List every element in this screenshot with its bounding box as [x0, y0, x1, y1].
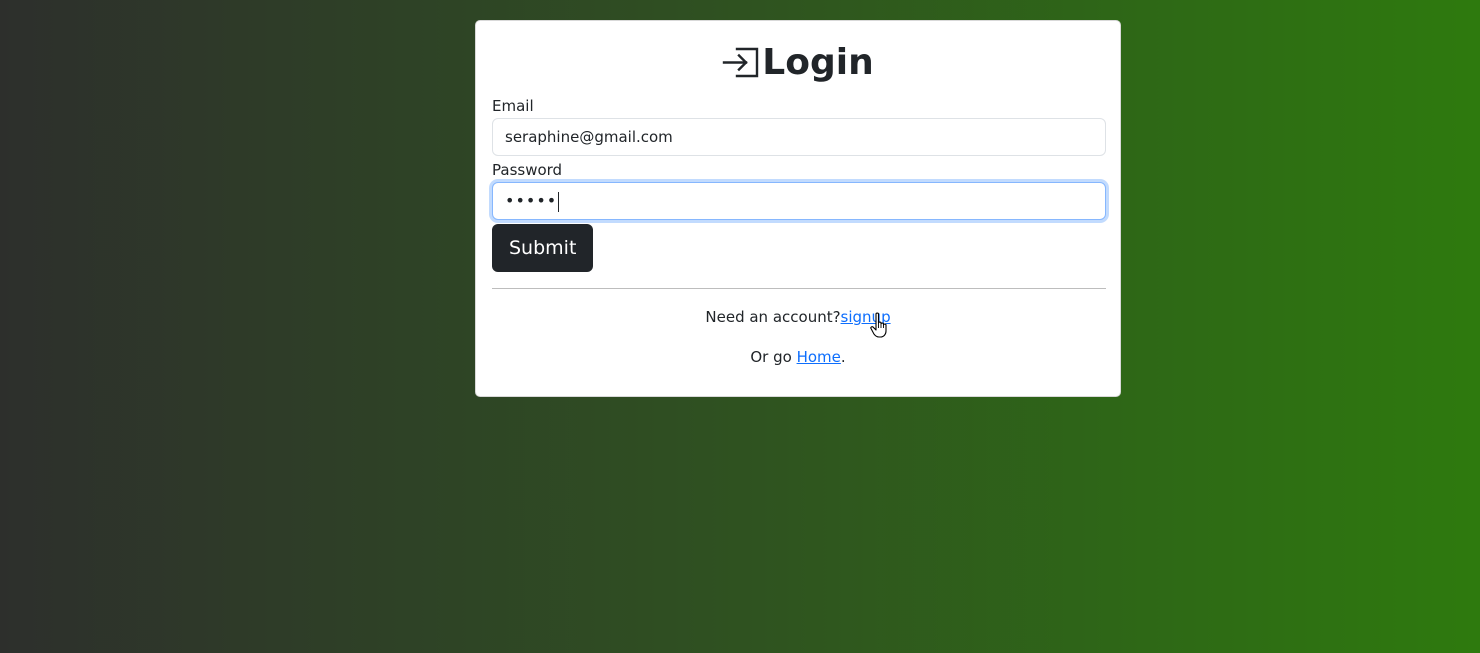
hand-pointer-icon	[870, 312, 892, 338]
home-prefix-text: Or go	[750, 348, 797, 366]
email-label: Email	[492, 97, 534, 115]
login-header: Login	[492, 21, 1104, 107]
page-title: Login	[762, 42, 874, 83]
home-line: Or go Home.	[492, 347, 1104, 367]
email-field[interactable]: seraphine@gmail.com	[492, 118, 1106, 156]
password-value: •••••	[505, 191, 558, 210]
home-link[interactable]: Home	[797, 348, 841, 366]
signup-prompt-line: Need an account?signup	[492, 307, 1104, 327]
password-field[interactable]: •••••	[492, 182, 1106, 220]
login-arrow-icon	[722, 42, 762, 86]
password-label: Password	[492, 161, 563, 179]
signup-prompt-text: Need an account?	[705, 308, 841, 326]
home-suffix-text: .	[840, 348, 846, 366]
divider	[492, 288, 1106, 289]
text-caret	[558, 191, 560, 212]
login-card: Login Email seraphine@gmail.com Password…	[475, 20, 1121, 397]
submit-button[interactable]: Submit	[492, 224, 594, 272]
